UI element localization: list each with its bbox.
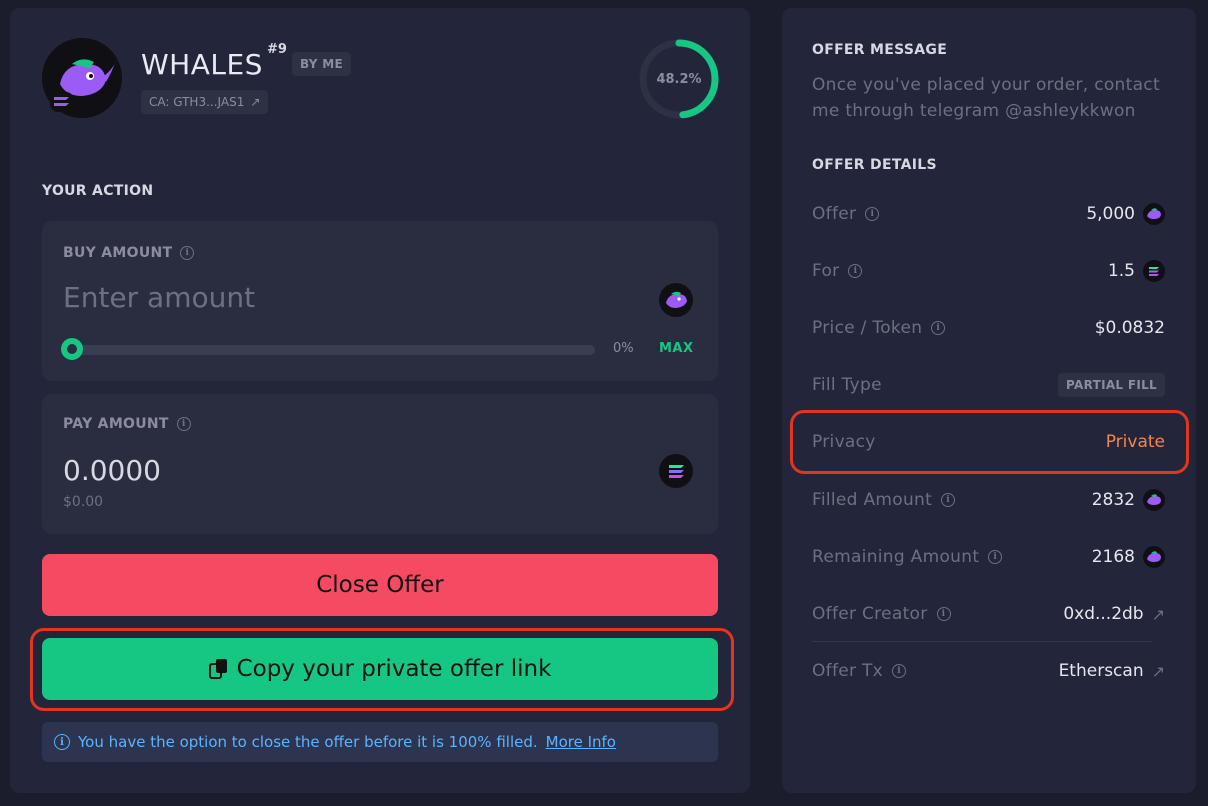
filled-amount: 2832 (1091, 490, 1135, 510)
more-info-link[interactable]: More Info (546, 733, 616, 751)
offer-message: Once you've placed your order, contact m… (812, 75, 1160, 121)
by-me-badge: BY ME (292, 52, 351, 76)
info-icon[interactable]: i (936, 607, 951, 621)
pay-amount-label-text: PAY AMOUNT (63, 416, 169, 432)
detail-label: Offer (812, 204, 857, 224)
price-per-token: $0.0832 (1094, 318, 1165, 338)
info-icon[interactable]: i (176, 417, 191, 431)
external-link-icon[interactable]: ↗ (1152, 605, 1165, 624)
pay-usd-value: $0.00 (63, 494, 104, 510)
external-link-icon[interactable]: ↗ (1152, 662, 1165, 681)
slider-percent: 0% (613, 341, 634, 356)
external-link-icon: ↗ (250, 95, 261, 109)
whale-token-icon (1143, 203, 1165, 225)
offer-creator-address[interactable]: 0xd...2db (1063, 604, 1143, 624)
close-offer-label: Close Offer (316, 572, 444, 598)
detail-row-filled: Filled Amount i 2832 (812, 484, 1165, 516)
offer-amount: 5,000 (1086, 204, 1135, 224)
detail-label: Offer Tx (812, 661, 884, 681)
privacy-value: Private (1105, 432, 1165, 452)
divider (812, 641, 1152, 642)
notice-text: You have the option to close the offer b… (78, 733, 538, 751)
pay-amount-card: PAY AMOUNT i 0.0000 $0.00 (42, 394, 718, 534)
copy-icon (208, 659, 227, 679)
buy-amount-label: BUY AMOUNT i (63, 245, 195, 261)
token-name: WHALES (141, 48, 263, 81)
buy-amount-input[interactable] (63, 281, 583, 314)
buy-slider-track[interactable] (73, 345, 595, 355)
detail-label: Offer Creator (812, 604, 928, 624)
for-amount: 1.5 (1107, 261, 1135, 281)
pay-amount-value: 0.0000 (63, 454, 161, 487)
detail-label: For (812, 261, 840, 281)
solana-icon (659, 454, 693, 488)
contract-address-link[interactable]: CA: GTH3...JAS1 ↗ (141, 90, 269, 114)
detail-label: Filled Amount (812, 490, 933, 510)
offer-details-title: OFFER DETAILS (812, 157, 937, 173)
detail-row-privacy: Privacy Private (812, 426, 1165, 458)
max-button[interactable]: MAX (659, 341, 694, 356)
pay-amount-label: PAY AMOUNT i (63, 416, 191, 432)
fill-percent-label: 48.2% (656, 71, 702, 87)
whale-token-icon (1143, 546, 1165, 568)
whale-token-icon (1143, 489, 1165, 511)
whale-token-icon (659, 283, 693, 317)
detail-row-fill-type: Fill Type PARTIAL FILL (812, 369, 1165, 401)
copy-link-label: Copy your private offer link (236, 656, 552, 682)
remaining-amount: 2168 (1091, 547, 1135, 567)
detail-label: Privacy (812, 432, 876, 452)
info-icon[interactable]: i (988, 550, 1003, 564)
detail-row-price: Price / Token i $0.0832 (812, 312, 1165, 344)
token-rank: #9 (267, 42, 287, 57)
action-panel: WHALES #9 BY ME CA: GTH3...JAS1 ↗ 48.2% … (10, 8, 750, 793)
buy-slider-handle[interactable] (61, 338, 83, 360)
etherscan-link[interactable]: Etherscan (1059, 661, 1144, 681)
info-icon[interactable]: i (865, 207, 880, 221)
close-offer-button[interactable]: Close Offer (42, 554, 718, 616)
info-icon[interactable]: i (931, 321, 946, 335)
whale-token-logo (42, 38, 122, 118)
buy-amount-label-text: BUY AMOUNT (63, 245, 173, 261)
detail-row-for: For i 1.5 (812, 255, 1165, 287)
contract-address: CA: GTH3...JAS1 (149, 95, 245, 109)
info-icon[interactable]: i (848, 264, 863, 278)
offer-details-panel: OFFER MESSAGE Once you've placed your or… (782, 8, 1196, 793)
info-icon[interactable]: i (941, 493, 956, 507)
solana-icon (1143, 260, 1165, 282)
detail-row-creator[interactable]: Offer Creator i 0xd...2db ↗ (812, 598, 1165, 630)
info-icon[interactable]: i (892, 664, 907, 678)
detail-label: Price / Token (812, 318, 923, 338)
detail-row-tx[interactable]: Offer Tx i Etherscan ↗ (812, 655, 1165, 687)
detail-label: Fill Type (812, 375, 882, 395)
offer-message-title: OFFER MESSAGE (812, 42, 948, 58)
copy-private-link-button[interactable]: Copy your private offer link (42, 638, 718, 700)
info-icon: i (54, 734, 70, 750)
detail-row-offer: Offer i 5,000 (812, 198, 1165, 230)
fill-type-badge: PARTIAL FILL (1058, 373, 1165, 397)
buy-amount-card: BUY AMOUNT i 0% MAX (42, 221, 718, 381)
info-icon[interactable]: i (180, 246, 195, 260)
detail-label: Remaining Amount (812, 547, 980, 567)
your-action-title: YOUR ACTION (42, 183, 154, 199)
detail-row-remaining: Remaining Amount i 2168 (812, 541, 1165, 573)
close-offer-notice: i You have the option to close the offer… (42, 722, 718, 762)
